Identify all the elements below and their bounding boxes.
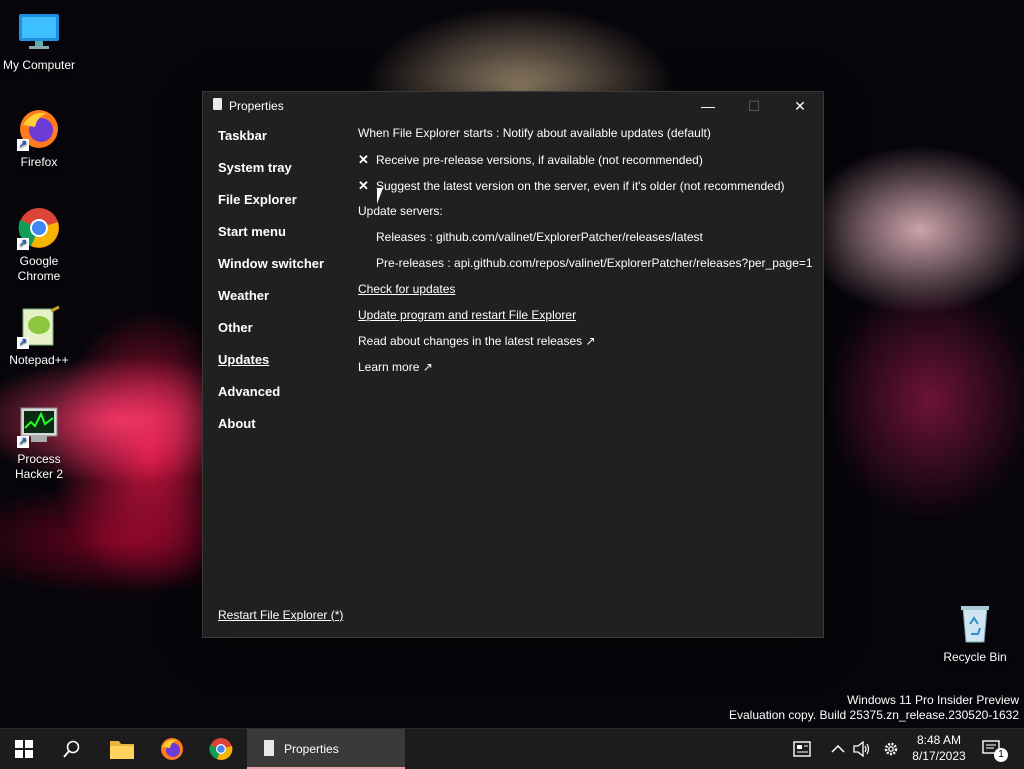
- notepad-plus-plus-icon: ↗: [17, 305, 61, 349]
- desktop-icon-label: Recycle Bin: [943, 650, 1007, 664]
- watermark-edition: Windows 11 Pro Insider Preview: [847, 693, 1019, 707]
- updates-panel: When File Explorer starts : Notify about…: [358, 126, 818, 386]
- news-icon: [793, 741, 811, 757]
- nav-item-start-menu[interactable]: Start menu: [218, 224, 348, 256]
- recycle-bin-icon: [953, 602, 997, 646]
- desktop-icon-my-computer[interactable]: My Computer: [1, 10, 77, 73]
- watermark-build: Evaluation copy. Build 25375.zn_release.…: [729, 708, 1019, 722]
- properties-window: Properties — ☐ ✕ Taskbar System tray Fil…: [202, 91, 824, 638]
- check-for-updates-link[interactable]: Check for updates: [358, 282, 455, 296]
- suggest-latest-option[interactable]: ✕ Suggest the latest version on the serve…: [358, 178, 818, 204]
- nav-item-about[interactable]: About: [218, 416, 348, 448]
- desktop-icon-label: Process Hacker 2: [14, 452, 64, 481]
- desktop-icon-label: Firefox: [20, 155, 58, 169]
- check-icon: ✕: [358, 152, 369, 167]
- window-title: Properties: [229, 99, 284, 113]
- firefox-icon: [161, 738, 183, 760]
- shortcut-arrow-icon: ↗: [17, 337, 29, 349]
- shortcut-arrow-icon: ↗: [17, 238, 29, 250]
- desktop-icon-firefox[interactable]: ↗ Firefox: [1, 107, 77, 170]
- shortcut-arrow-icon: ↗: [17, 436, 29, 448]
- start-button[interactable]: [0, 729, 48, 769]
- firefox-icon: ↗: [17, 107, 61, 151]
- desktop-icon-recycle-bin[interactable]: Recycle Bin: [937, 602, 1013, 665]
- desktop-icon-google-chrome[interactable]: ↗ Google Chrome: [1, 206, 77, 284]
- taskbar-chrome[interactable]: [197, 729, 245, 769]
- desktop-icon-label: My Computer: [2, 58, 76, 72]
- nav-item-advanced[interactable]: Advanced: [218, 384, 348, 416]
- mouse-cursor-icon: [377, 188, 389, 204]
- shortcut-arrow-icon: ↗: [17, 139, 29, 151]
- monitor-icon: [17, 10, 61, 54]
- desktop-icon-label: Google Chrome: [17, 254, 61, 283]
- desktop-icon-label: Notepad++: [9, 353, 69, 367]
- notification-center-button[interactable]: 1: [970, 729, 1014, 769]
- maximize-button[interactable]: ☐: [731, 92, 777, 120]
- taskbar-properties-label: Properties: [284, 742, 339, 756]
- prerelease-option[interactable]: ✕ Receive pre-release versions, if availa…: [358, 152, 818, 178]
- clock-date: 8/17/2023: [912, 749, 966, 763]
- prereleases-server[interactable]: Pre-releases : api.github.com/repos/vali…: [358, 256, 818, 282]
- search-icon: [63, 740, 80, 758]
- desktop-icon-process-hacker[interactable]: ↗ Process Hacker 2: [1, 404, 77, 482]
- properties-app-icon: [213, 98, 222, 110]
- close-button[interactable]: ✕: [777, 92, 823, 120]
- gear-icon: [884, 742, 898, 756]
- suggest-latest-label: Suggest the latest version on the server…: [376, 179, 785, 193]
- restart-file-explorer-link[interactable]: Restart File Explorer (*): [218, 608, 343, 622]
- nav-item-taskbar[interactable]: Taskbar: [218, 128, 348, 160]
- taskbar-properties-window[interactable]: Properties: [247, 729, 405, 769]
- clock-time: 8:48 AM: [916, 733, 962, 747]
- explorer-start-option[interactable]: When File Explorer starts : Notify about…: [358, 126, 818, 152]
- nav-item-window-switcher[interactable]: Window switcher: [218, 256, 348, 288]
- update-and-restart-link[interactable]: Update program and restart File Explorer: [358, 308, 576, 322]
- taskbar: Properties 8:48 AM 8/17/2023 1: [0, 728, 1024, 769]
- process-hacker-icon: ↗: [17, 404, 61, 448]
- prerelease-label: Receive pre-release versions, if availab…: [376, 153, 703, 167]
- check-icon: ✕: [358, 178, 369, 193]
- properties-app-icon: [264, 740, 274, 756]
- taskbar-firefox[interactable]: [148, 729, 196, 769]
- windows-logo-icon: [15, 740, 33, 758]
- search-button[interactable]: [48, 729, 96, 769]
- learn-more-link[interactable]: Learn more ↗: [358, 360, 818, 386]
- chrome-icon: ↗: [17, 206, 61, 250]
- taskbar-file-explorer[interactable]: [98, 729, 146, 769]
- update-servers-heading: Update servers:: [358, 204, 443, 218]
- windows-watermark: Windows 11 Pro Insider Preview Evaluatio…: [729, 693, 1019, 723]
- nav-item-other[interactable]: Other: [218, 320, 348, 352]
- folder-icon: [110, 741, 134, 759]
- taskbar-clock[interactable]: 8:48 AM 8/17/2023: [900, 732, 978, 764]
- read-changes-link[interactable]: Read about changes in the latest release…: [358, 334, 818, 360]
- releases-server[interactable]: Releases : github.com/valinet/ExplorerPa…: [358, 230, 818, 256]
- nav-item-updates[interactable]: Updates: [218, 352, 348, 384]
- notification-count-badge: 1: [994, 748, 1008, 762]
- nav-item-system-tray[interactable]: System tray: [218, 160, 348, 192]
- title-bar[interactable]: Properties — ☐ ✕: [203, 92, 823, 120]
- nav-item-file-explorer[interactable]: File Explorer: [218, 192, 348, 224]
- chrome-icon: [209, 738, 233, 760]
- minimize-button[interactable]: —: [685, 92, 731, 120]
- desktop-icon-notepad-plus-plus[interactable]: ↗ Notepad++: [1, 305, 77, 368]
- settings-nav: Taskbar System tray File Explorer Start …: [218, 128, 348, 448]
- nav-item-weather[interactable]: Weather: [218, 288, 348, 320]
